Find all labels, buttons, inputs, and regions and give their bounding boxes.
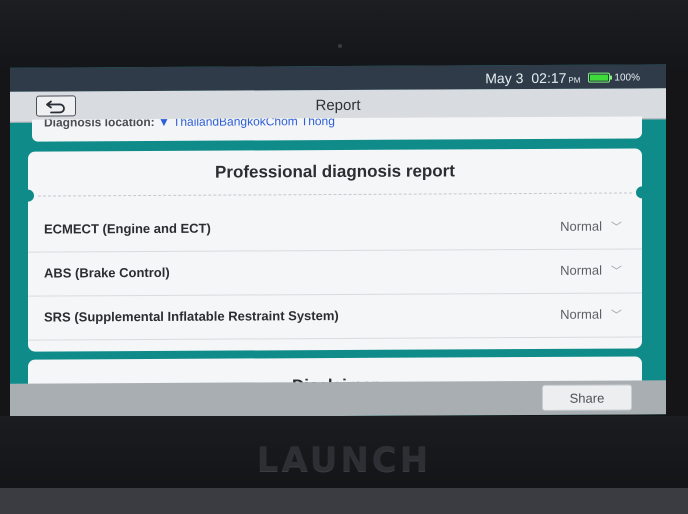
system-row-abs[interactable]: ABS (Brake Control) Normal ﹀: [28, 248, 642, 297]
location-value[interactable]: ▼ ThailandBangkokChom Thong: [158, 116, 335, 129]
brand-logo: LAUNCH: [256, 440, 432, 480]
report-heading: Professional diagnosis report: [215, 161, 455, 182]
device-bottom-edge: [0, 488, 688, 514]
chevron-down-icon: ﹀: [611, 309, 622, 322]
professional-report-card: Professional diagnosis report ECMECT (En…: [22, 148, 648, 352]
status-bar: May 3 02:17 PM 100%: [10, 64, 666, 92]
system-status: Normal: [560, 262, 602, 278]
status-date: May 3: [485, 70, 524, 87]
battery-level-fill: [590, 74, 609, 81]
battery-percentage: 100%: [614, 71, 640, 84]
system-status: Normal: [560, 306, 602, 322]
bottom-action-bar: Share: [10, 380, 666, 418]
system-label: ABS (Brake Control): [44, 264, 170, 281]
chevron-down-icon: ﹀: [611, 221, 622, 234]
battery-icon: [588, 72, 611, 83]
device-screen: May 3 02:17 PM 100% Report Diagnosis loc…: [10, 64, 666, 418]
share-button[interactable]: Share: [542, 384, 632, 411]
status-ampm: PM: [568, 75, 581, 85]
card-notch-left: [22, 189, 34, 202]
device-bezel-top: [0, 0, 688, 70]
diagnosis-location: Diagnosis location: ▼ ThailandBangkokCho…: [32, 116, 642, 142]
status-time: 02:17: [531, 69, 567, 86]
card-notch-right: [636, 186, 648, 199]
front-camera: [338, 44, 342, 48]
system-row-srs[interactable]: SRS (Supplemental Inflatable Restraint S…: [28, 292, 642, 341]
dashed-divider: [38, 192, 632, 197]
status-cluster: May 3 02:17 PM 100%: [485, 69, 640, 86]
system-label: ECMECT (Engine and ECT): [44, 220, 211, 237]
system-row-ecmect[interactable]: ECMECT (Engine and ECT) Normal ﹀: [28, 204, 642, 253]
location-line: Diagnosis location: ▼ ThailandBangkokCho…: [44, 116, 335, 129]
chevron-down-icon: ﹀: [611, 265, 622, 278]
system-label: SRS (Supplemental Inflatable Restraint S…: [44, 307, 339, 325]
system-status: Normal: [560, 218, 602, 234]
page-title: Report: [315, 96, 361, 115]
